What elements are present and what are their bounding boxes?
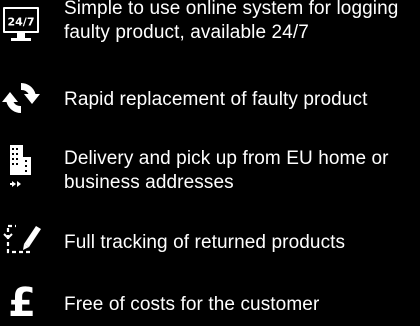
refresh-arrows-icon bbox=[1, 78, 41, 118]
feature-text-tracking: Full tracking of returned products bbox=[64, 232, 346, 253]
tracking-pencil-icon bbox=[2, 220, 42, 258]
monitor-24-7-icon: 24/7 bbox=[2, 6, 40, 46]
feature-item-delivery: Delivery and pick up from EU home or bus… bbox=[0, 145, 420, 201]
monitor-24-7-label: 24/7 bbox=[8, 16, 35, 29]
feature-text-rapid-replacement: Rapid replacement of faulty product bbox=[64, 89, 368, 110]
feature-item-free-costs: £ Free of costs for the customer bbox=[0, 283, 420, 326]
pound-sign-icon: £ bbox=[8, 280, 36, 326]
feature-text-online-system: Simple to use online system for logging … bbox=[64, 0, 399, 43]
feature-list: 24/7 Simple to use online system for log… bbox=[0, 0, 420, 326]
feature-text-free-costs: Free of costs for the customer bbox=[64, 294, 320, 315]
feature-item-online-system: 24/7 Simple to use online system for log… bbox=[0, 0, 420, 64]
feature-text-delivery: Delivery and pick up from EU home or bus… bbox=[64, 148, 389, 193]
feature-item-rapid-replacement: Rapid replacement of faulty product bbox=[0, 78, 420, 126]
feature-item-tracking: Full tracking of returned products bbox=[0, 220, 420, 268]
building-delivery-icon bbox=[6, 145, 36, 191]
